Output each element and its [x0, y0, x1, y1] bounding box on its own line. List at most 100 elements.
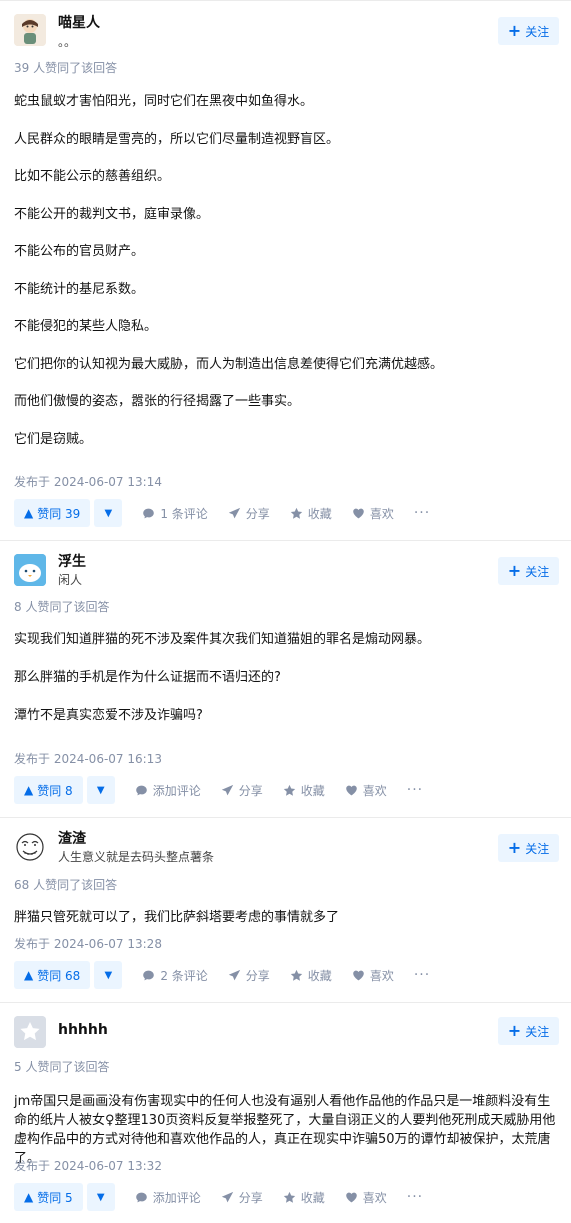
action-bar: ▲ 赞同 68 ▼ 2 条评论 分享 收藏 喜欢 ···: [14, 961, 430, 989]
follow-button[interactable]: + 关注: [498, 557, 559, 585]
comment-icon: [135, 1192, 147, 1202]
upvote-button[interactable]: ▲ 赞同 8: [14, 776, 83, 804]
answer-feed: 喵星人 。。 + 关注 39 人赞同了该回答 蛇虫鼠蚁才害怕阳光，同时它们在黑夜…: [0, 0, 571, 1223]
answer-paragraph: 蛇虫鼠蚁才害怕阳光，同时它们在黑夜中如鱼得水。: [14, 94, 314, 109]
share-button[interactable]: 分享: [228, 505, 270, 522]
avatar-default-star-icon: [14, 1016, 46, 1048]
more-icon[interactable]: ···: [407, 782, 423, 798]
action-bar: ▲ 赞同 8 ▼ 添加评论 分享 收藏 喜欢 ···: [14, 776, 423, 804]
publish-time[interactable]: 发布于 2024-06-07 13:28: [14, 935, 162, 952]
upvote-summary: 8 人赞同了该回答: [14, 600, 110, 614]
collect-label: 收藏: [307, 968, 332, 983]
upvote-summary: 68 人赞同了该回答: [14, 878, 118, 892]
upvote-summary: 5 人赞同了该回答: [14, 1060, 110, 1074]
avatar[interactable]: [14, 1016, 46, 1048]
like-button[interactable]: 喜欢: [345, 782, 387, 799]
answer-paragraph: 不能侵犯的某些人隐私。: [14, 319, 158, 334]
answer-paragraph: 不能公开的裁判文书，庭审录像。: [14, 207, 210, 222]
collect-button[interactable]: 收藏: [290, 505, 332, 522]
triangle-down-icon: ▼: [96, 784, 105, 796]
triangle-up-icon: ▲: [24, 1190, 34, 1204]
heart-icon: [353, 970, 364, 980]
upvote-label: 赞同 5: [37, 1190, 73, 1205]
plus-icon: +: [507, 21, 522, 40]
star-icon: [283, 784, 295, 796]
comment-icon: [135, 785, 147, 795]
upvote-summary: 39 人赞同了该回答: [14, 61, 118, 75]
answer-paragraph: 胖猫只管死就可以了，我们比萨斜塔要考虑的事情就多了: [14, 910, 340, 925]
upvote-button[interactable]: ▲ 赞同 39: [14, 499, 91, 527]
heart-icon: [345, 785, 357, 795]
like-button[interactable]: 喜欢: [352, 967, 394, 984]
comment-button[interactable]: 添加评论: [135, 782, 201, 799]
upvote-label: 赞同 8: [37, 783, 73, 798]
share-icon: [228, 969, 240, 980]
answer-divider: [0, 1002, 571, 1003]
action-bar: ▲ 赞同 5 ▼ 添加评论 分享 收藏 喜欢 ···: [14, 1183, 423, 1211]
upvote-button[interactable]: ▲ 赞同 68: [14, 961, 91, 989]
follow-label: 关注: [525, 1024, 550, 1039]
downvote-button[interactable]: ▼: [86, 776, 115, 804]
more-icon[interactable]: ···: [414, 967, 430, 983]
comment-button[interactable]: 2 条评论: [142, 967, 208, 984]
comment-button[interactable]: 添加评论: [135, 1189, 201, 1206]
answer-divider: [0, 817, 571, 818]
action-bar: ▲ 赞同 39 ▼ 1 条评论 分享 收藏 喜欢 ···: [14, 499, 430, 527]
plus-icon: +: [507, 561, 522, 580]
share-button[interactable]: 分享: [228, 967, 270, 984]
avatar-bird-icon: [14, 554, 46, 586]
upvote-button[interactable]: ▲ 赞同 5: [14, 1183, 83, 1211]
heart-icon: [345, 1192, 357, 1202]
author-name[interactable]: 浮生: [58, 551, 86, 571]
comment-label: 2 条评论: [160, 968, 208, 983]
author-name[interactable]: hhhhh: [58, 1022, 108, 1038]
like-label: 喜欢: [369, 506, 394, 521]
collect-button[interactable]: 收藏: [283, 782, 325, 799]
answer-paragraph: 比如不能公示的慈善组织。: [14, 169, 171, 184]
heart-icon: [353, 508, 364, 518]
like-button[interactable]: 喜欢: [345, 1189, 387, 1206]
downvote-button[interactable]: ▼: [86, 1183, 115, 1211]
follow-button[interactable]: + 关注: [498, 1017, 559, 1045]
answer-divider: [0, 540, 571, 541]
avatar-cartoon-icon: [14, 14, 46, 46]
avatar[interactable]: [14, 554, 46, 586]
share-button[interactable]: 分享: [221, 782, 263, 799]
author-bio: 闲人: [58, 573, 83, 587]
like-button[interactable]: 喜欢: [352, 505, 394, 522]
plus-icon: +: [507, 838, 522, 857]
downvote-button[interactable]: ▼: [94, 499, 123, 527]
answer-paragraph: 不能公布的官员财产。: [14, 244, 145, 259]
answer-paragraph: 人民群众的眼睛是雪亮的，所以它们尽量制造视野盲区。: [14, 132, 340, 147]
author-bio: 。。: [58, 35, 77, 49]
share-button[interactable]: 分享: [221, 1189, 263, 1206]
follow-button[interactable]: + 关注: [498, 834, 559, 862]
publish-time[interactable]: 发布于 2024-06-07 13:14: [14, 473, 162, 490]
upvote-label: 赞同 68: [37, 968, 81, 983]
comment-button[interactable]: 1 条评论: [142, 505, 208, 522]
collect-button[interactable]: 收藏: [290, 967, 332, 984]
star-icon: [290, 507, 302, 519]
author-bio: 人生意义就是去码头整点薯条: [58, 850, 215, 864]
publish-time[interactable]: 发布于 2024-06-07 13:32: [14, 1157, 162, 1174]
follow-label: 关注: [525, 24, 550, 39]
more-icon[interactable]: ···: [407, 1189, 423, 1205]
share-label: 分享: [245, 506, 270, 521]
triangle-down-icon: ▼: [104, 507, 113, 519]
follow-button[interactable]: + 关注: [498, 17, 559, 45]
avatar[interactable]: [14, 14, 46, 46]
collect-button[interactable]: 收藏: [283, 1189, 325, 1206]
star-icon: [290, 969, 302, 981]
author-name[interactable]: 喵星人: [58, 12, 100, 32]
upvote-label: 赞同 39: [37, 506, 81, 521]
publish-time[interactable]: 发布于 2024-06-07 16:13: [14, 750, 162, 767]
avatar[interactable]: [14, 831, 46, 863]
share-icon: [221, 1191, 233, 1202]
comment-icon: [143, 970, 155, 980]
downvote-button[interactable]: ▼: [94, 961, 123, 989]
answer-paragraph: 不能统计的基尼系数。: [14, 282, 145, 297]
answer-paragraph: 而他们傲慢的姿态，嚣张的行径揭露了一些事实。: [14, 394, 301, 409]
author-name[interactable]: 渣渣: [58, 828, 86, 848]
more-icon[interactable]: ···: [414, 505, 430, 521]
star-icon: [283, 1191, 295, 1203]
